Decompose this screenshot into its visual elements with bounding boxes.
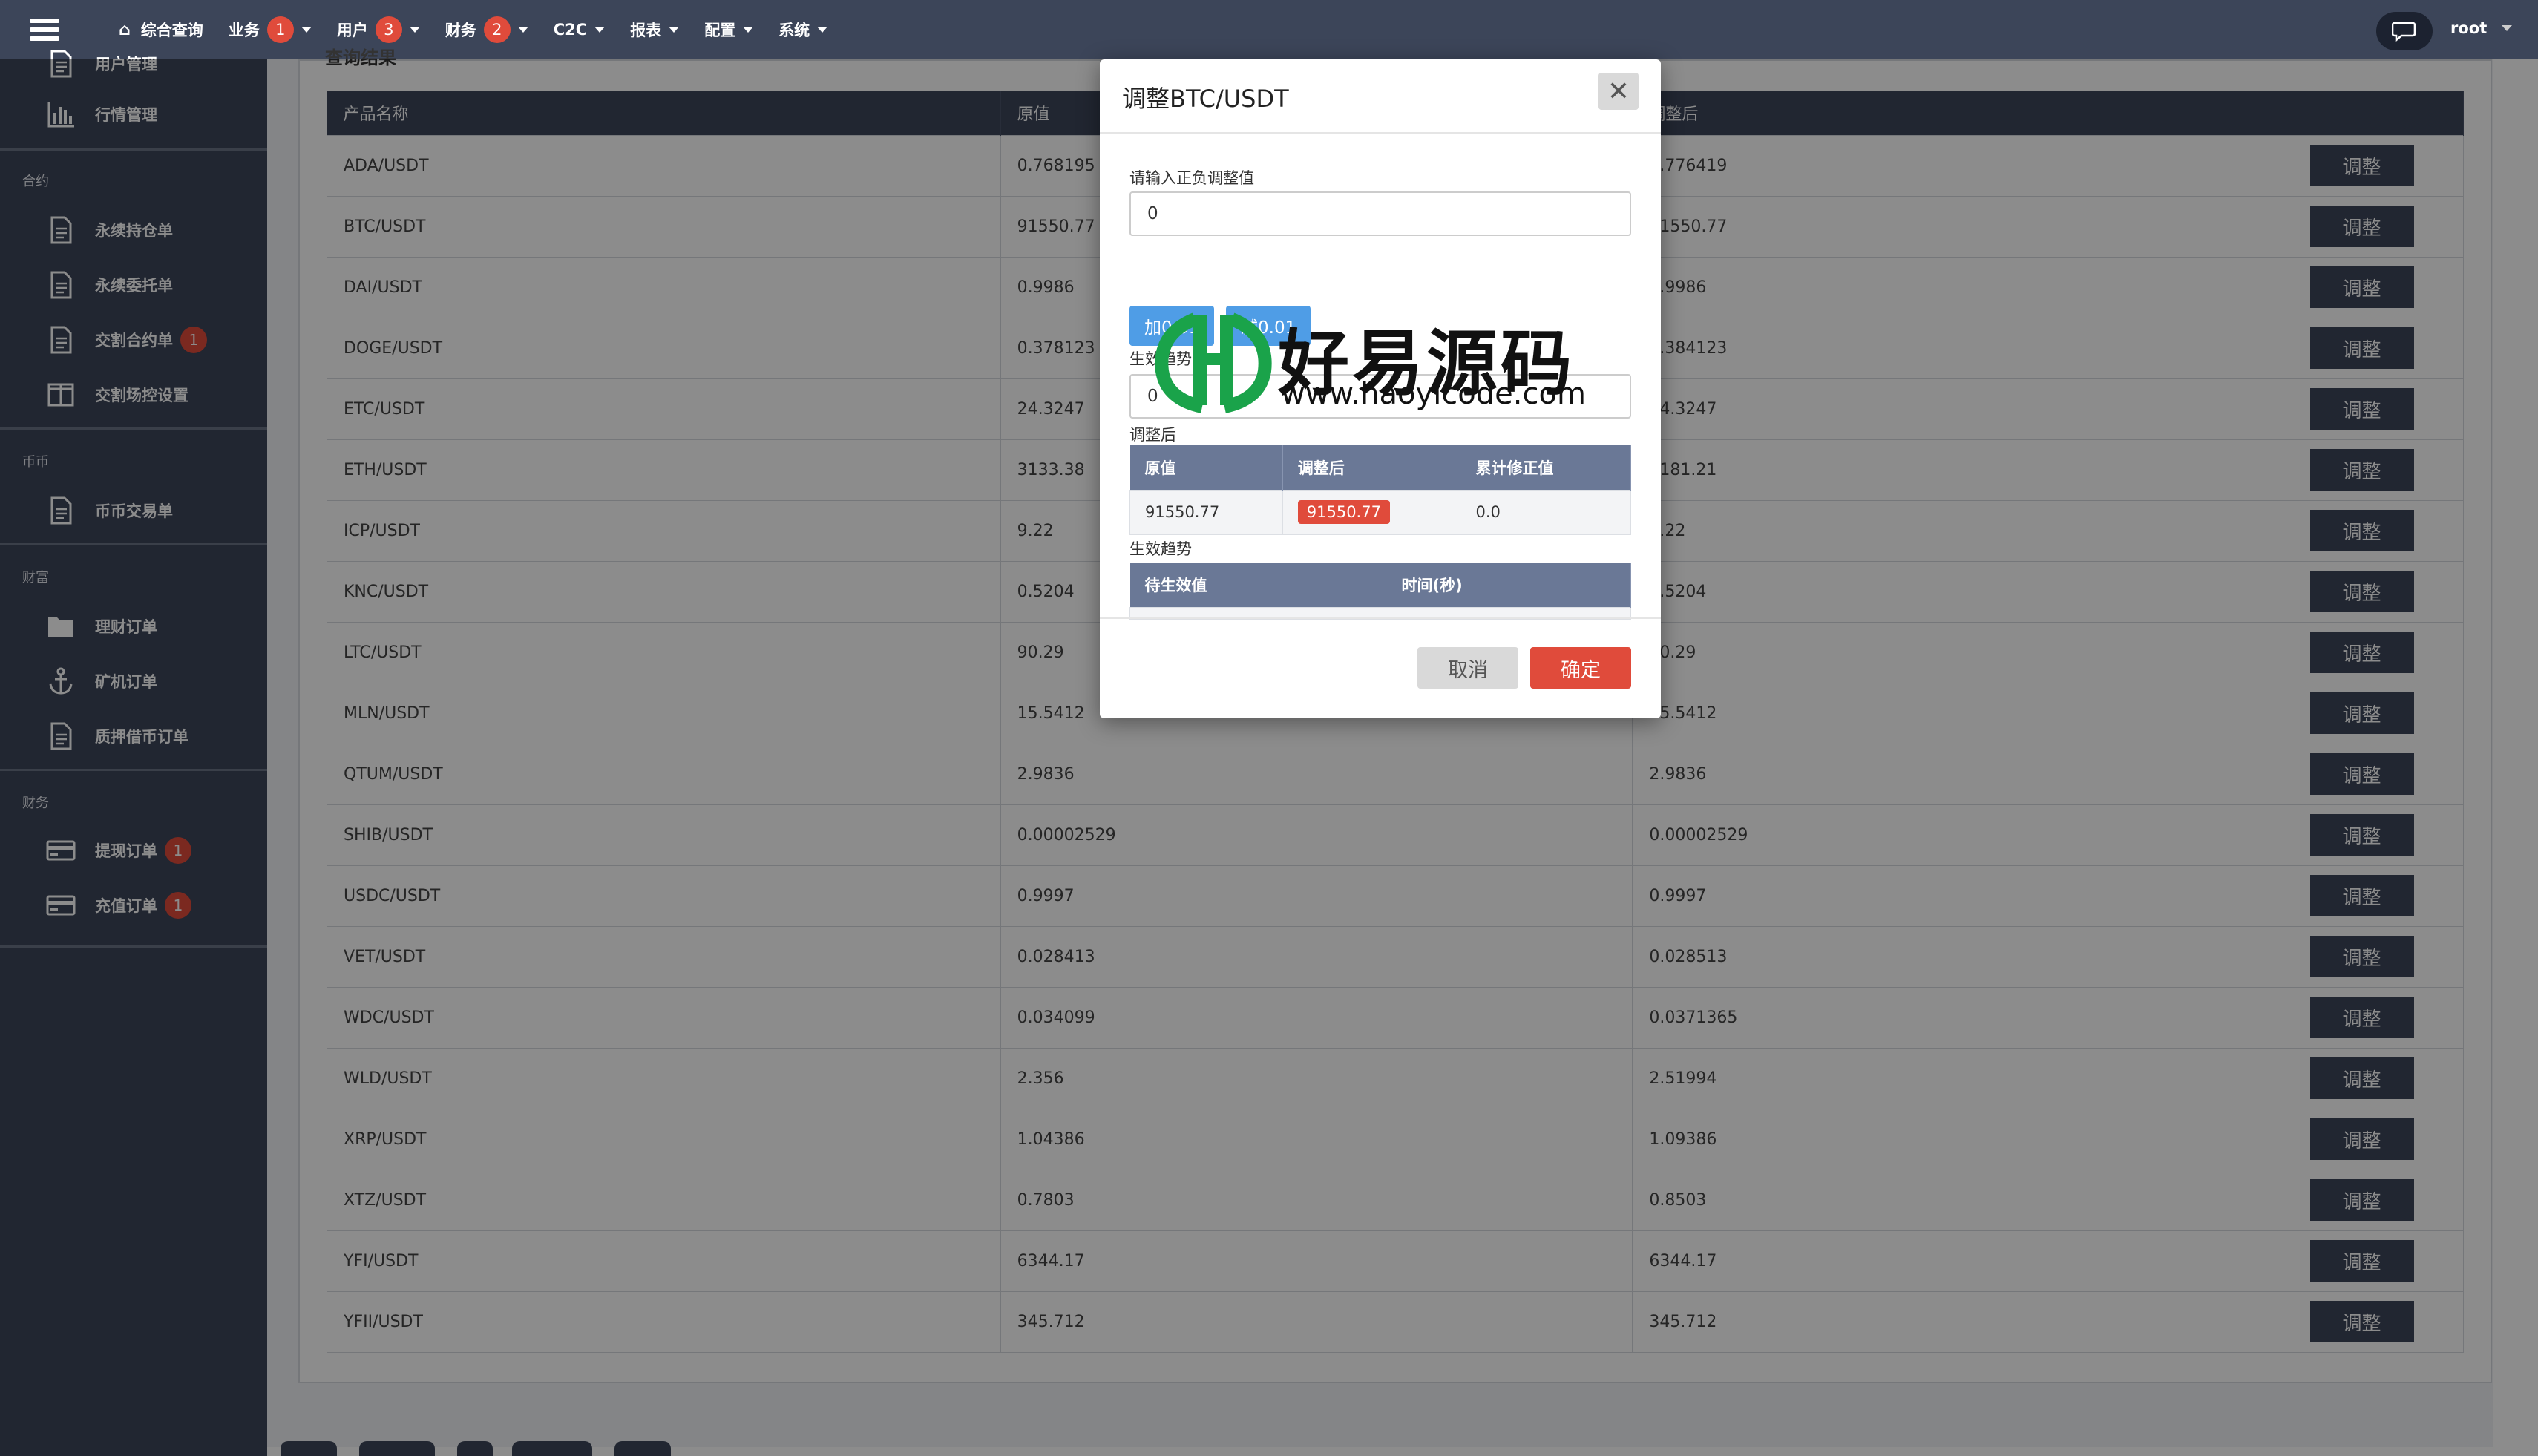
adjust-value-label: 请输入正负调整值 bbox=[1129, 169, 1254, 187]
nav-query-label: 综合查询 bbox=[140, 22, 203, 39]
caret-down-icon bbox=[409, 27, 420, 33]
caret-down-icon bbox=[301, 27, 312, 33]
nav-reports[interactable]: 报表 bbox=[630, 19, 680, 41]
preview-header-adjusted: 调整后 bbox=[1282, 445, 1461, 490]
pending-header-time: 时间(秒) bbox=[1386, 563, 1631, 607]
nav-business-badge: 1 bbox=[266, 16, 294, 43]
watermark-logo-icon bbox=[1155, 312, 1272, 413]
watermark: 好易源码 www.haoyicode.com bbox=[1150, 297, 1586, 416]
nav-business[interactable]: 业务 1 bbox=[229, 16, 312, 43]
hamburger-icon bbox=[30, 19, 59, 41]
close-button[interactable]: ✕ bbox=[1598, 73, 1639, 110]
nav-query[interactable]: ⌂ 综合查询 bbox=[119, 19, 203, 41]
nav-business-label: 业务 bbox=[228, 22, 260, 39]
caret-down-icon bbox=[669, 27, 680, 33]
caret-down-icon bbox=[594, 27, 606, 33]
caret-down-icon bbox=[817, 27, 828, 33]
caret-down-icon bbox=[2502, 25, 2513, 31]
nav-users-badge: 3 bbox=[375, 16, 402, 43]
preview-cumulative-value: 0.0 bbox=[1460, 489, 1631, 535]
user-menu[interactable]: root bbox=[2450, 19, 2513, 37]
nav-c2c[interactable]: C2C bbox=[553, 21, 606, 39]
nav-finance[interactable]: 财务 2 bbox=[445, 16, 528, 43]
home-icon: ⌂ bbox=[119, 20, 131, 39]
adjust-value-input[interactable] bbox=[1129, 191, 1631, 236]
pending-header-row: 待生效值 时间(秒) bbox=[1129, 563, 1631, 607]
nav-users[interactable]: 用户 3 bbox=[337, 16, 420, 43]
preview-adjusted-value: 91550.77 bbox=[1297, 500, 1390, 524]
preview-original-value: 91550.77 bbox=[1129, 489, 1283, 535]
caret-down-icon bbox=[743, 27, 754, 33]
confirm-button[interactable]: 确定 bbox=[1530, 647, 1631, 689]
modal-footer-divider bbox=[1100, 617, 1661, 619]
pending-header-value: 待生效值 bbox=[1129, 563, 1387, 607]
nav-system[interactable]: 系统 bbox=[778, 19, 828, 41]
pending-table: 待生效值 时间(秒) bbox=[1129, 563, 1631, 620]
preview-header-row: 原值 调整后 累计修正值 bbox=[1129, 445, 1631, 490]
username: root bbox=[2450, 19, 2488, 37]
nav-finance-label: 财务 bbox=[445, 22, 476, 39]
watermark-url: www.haoyicode.com bbox=[1281, 377, 1586, 411]
nav-config-label: 配置 bbox=[704, 22, 736, 39]
chat-bubble-icon bbox=[2392, 22, 2416, 42]
preview-header-cumulative: 累计修正值 bbox=[1460, 445, 1631, 490]
caret-down-icon bbox=[517, 27, 528, 33]
nav-users-label: 用户 bbox=[336, 22, 368, 39]
modal-header-divider bbox=[1100, 132, 1661, 134]
chat-button[interactable] bbox=[2376, 12, 2433, 50]
nav-finance-badge: 2 bbox=[483, 16, 511, 43]
modal-title: 调整BTC/USDT bbox=[1122, 85, 1289, 113]
preview-header-original: 原值 bbox=[1129, 445, 1283, 490]
cancel-button[interactable]: 取消 bbox=[1417, 647, 1518, 689]
preview-row: 91550.77 91550.77 0.0 bbox=[1129, 489, 1631, 535]
nav-config[interactable]: 配置 bbox=[704, 19, 754, 41]
pending-trend-label: 生效趋势 bbox=[1129, 540, 1192, 558]
preview-adjusted-cell: 91550.77 bbox=[1282, 489, 1461, 535]
nav-system-label: 系统 bbox=[778, 22, 810, 39]
close-icon: ✕ bbox=[1607, 76, 1630, 107]
nav-c2c-label: C2C bbox=[553, 21, 588, 39]
nav-reports-label: 报表 bbox=[630, 22, 662, 39]
preview-table: 原值 调整后 累计修正值 91550.77 91550.77 0.0 bbox=[1129, 445, 1631, 535]
preview-label: 调整后 bbox=[1129, 426, 1176, 444]
